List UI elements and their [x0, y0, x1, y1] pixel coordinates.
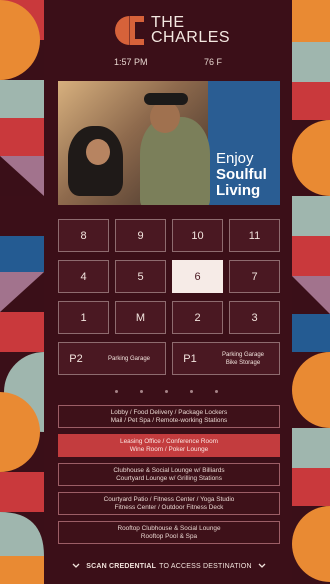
destination-line-2: Rooftop Pool & Spa	[140, 532, 198, 540]
page-dot[interactable]	[165, 390, 168, 393]
floor-button[interactable]: M	[115, 301, 166, 334]
destination-item-active[interactable]: Leasing Office / Conference Room Wine Ro…	[58, 434, 280, 457]
chevron-down-icon	[258, 563, 266, 568]
floor-p1-desc-line-1: Parking Garage	[221, 351, 265, 358]
destination-line-2: Courtyard Lounge w/ Grilling Stations	[116, 474, 222, 482]
floor-button-selected[interactable]: 6	[172, 260, 223, 293]
hero-line-2: Soulful	[216, 166, 267, 183]
floor-p1-desc: Parking Garage Bike Storage	[207, 351, 279, 367]
hero-line-3: Living	[216, 182, 261, 199]
floor-button[interactable]: 1	[58, 301, 109, 334]
scan-instruction-bold: SCAN CREDENTIAL	[86, 562, 157, 570]
floor-button-p2[interactable]: P2 Parking Garage	[58, 342, 166, 375]
floor-button[interactable]: 2	[172, 301, 223, 334]
brand-line-2: CHARLES	[151, 29, 231, 46]
destination-item[interactable]: Clubhouse & Social Lounge w/ Billiards C…	[58, 463, 280, 486]
floor-button[interactable]: 9	[115, 219, 166, 252]
floor-button[interactable]: 3	[229, 301, 280, 334]
floor-button[interactable]: 4	[58, 260, 109, 293]
brand-name: THE CHARLES	[151, 14, 231, 46]
destination-line-1: Lobby / Food Delivery / Package Lockers	[110, 408, 228, 416]
left-pattern-art	[0, 0, 44, 584]
floor-p2-desc: Parking Garage	[107, 355, 151, 362]
destination-item[interactable]: Courtyard Patio / Fitness Center / Yoga …	[58, 492, 280, 515]
floor-p1-desc-line-2: Bike Storage	[225, 359, 261, 366]
floor-p1-label: P1	[183, 352, 197, 365]
destination-line-2: Mail / Pet Spa / Remote-working Stations	[110, 416, 228, 424]
right-pattern-art	[292, 0, 330, 582]
destination-item[interactable]: Rooftop Clubhouse & Social Lounge Roofto…	[58, 521, 280, 544]
destination-line-1: Leasing Office / Conference Room	[120, 437, 218, 445]
hero-line-1: Enjoy	[216, 150, 254, 167]
page-dot[interactable]	[115, 390, 118, 393]
floor-button[interactable]: 7	[229, 260, 280, 293]
right-pattern	[292, 0, 330, 584]
hero-photo	[58, 81, 210, 205]
scan-instruction: SCAN CREDENTIAL TO ACCESS DESTINATION	[58, 561, 280, 571]
clock-time: 1:57 PM	[114, 57, 148, 67]
destination-item[interactable]: Lobby / Food Delivery / Package Lockers …	[58, 405, 280, 428]
chevron-down-icon	[72, 563, 80, 568]
floor-p2-label: P2	[69, 352, 83, 365]
left-pattern	[0, 0, 44, 584]
destination-line-1: Clubhouse & Social Lounge w/ Billiards	[113, 466, 225, 474]
destination-line-1: Courtyard Patio / Fitness Center / Yoga …	[103, 495, 235, 503]
floor-button[interactable]: 11	[229, 219, 280, 252]
page-dot[interactable]	[190, 390, 193, 393]
scan-instruction-rest: TO ACCESS DESTINATION	[159, 562, 252, 570]
page-dot[interactable]	[140, 390, 143, 393]
floor-button[interactable]: 8	[58, 219, 109, 252]
charles-logo-icon	[115, 16, 144, 45]
destination-line-2: Fitness Center / Outdoor Fitness Deck	[114, 503, 224, 511]
floor-button[interactable]: 10	[172, 219, 223, 252]
page-dot[interactable]	[215, 390, 218, 393]
destination-line-1: Rooftop Clubhouse & Social Lounge	[117, 524, 221, 532]
hero-banner: Enjoy Soulful Living	[58, 81, 280, 205]
temperature: 76 F	[204, 57, 223, 67]
hero-tagline: Enjoy Soulful Living	[216, 151, 267, 199]
destination-line-2: Wine Room / Poker Lounge	[129, 445, 209, 453]
floor-button[interactable]: 5	[115, 260, 166, 293]
floor-button-p1[interactable]: P1 Parking Garage Bike Storage	[172, 342, 280, 375]
brand-line-1: THE	[151, 14, 185, 31]
kiosk-frame: THE CHARLES 1:57 PM 76 F Enjoy Soulful L…	[0, 0, 330, 584]
